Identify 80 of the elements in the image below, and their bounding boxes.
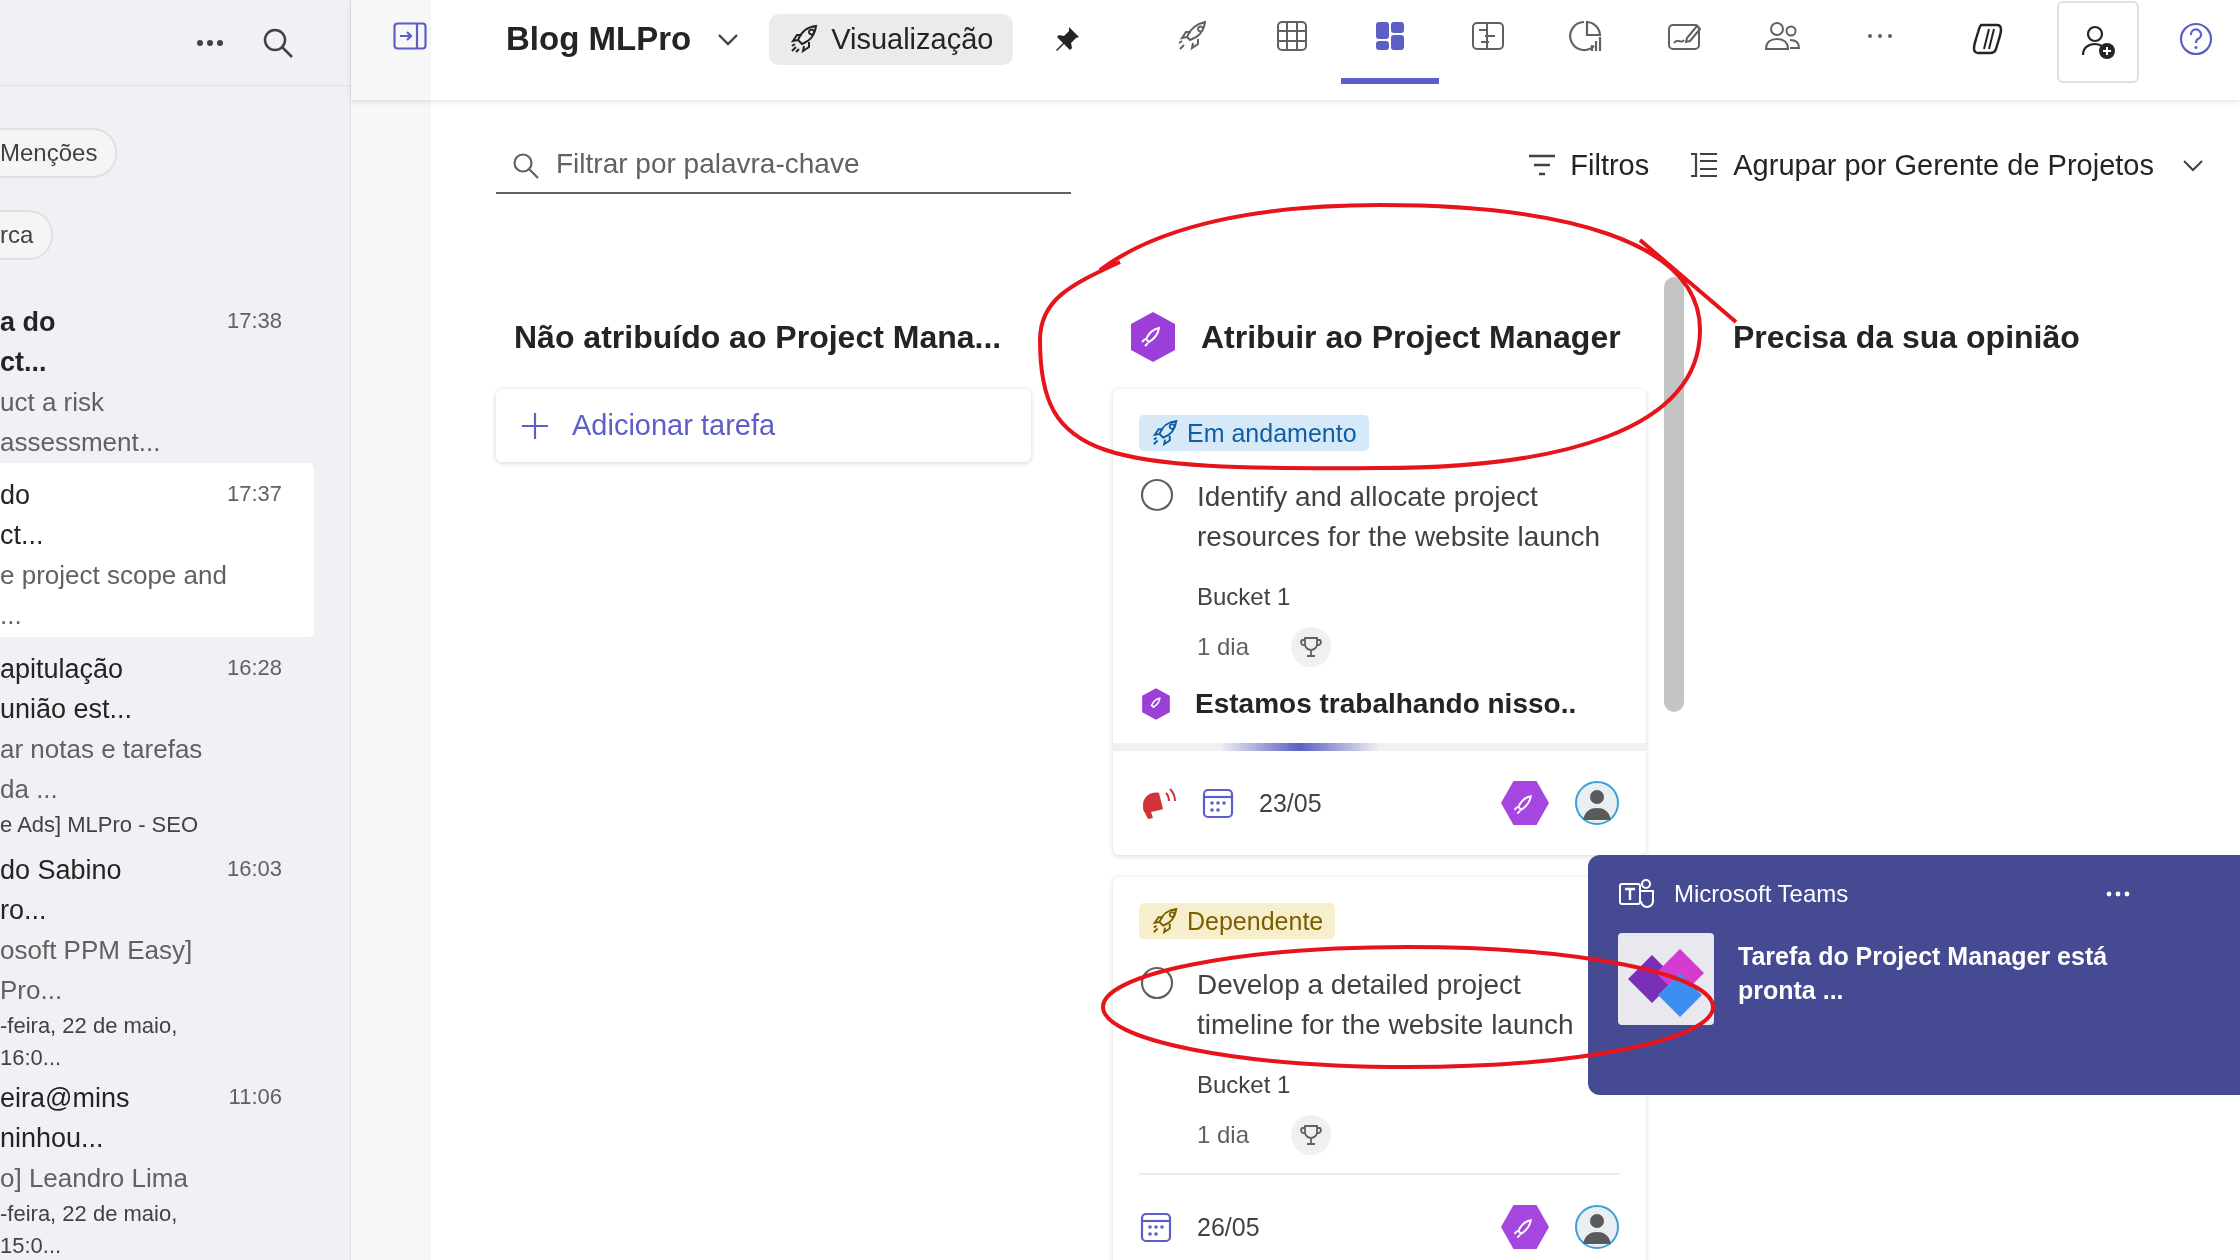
search-field[interactable]: Filtrar por palavra-chave	[496, 136, 1071, 194]
scrollbar[interactable]	[1664, 277, 1684, 712]
chevron-down-icon	[2182, 158, 2204, 172]
chat-title: eira@mins	[0, 1082, 131, 1115]
chat-time: 17:38	[226, 307, 282, 335]
column-title: Atribuir ao Project Manager	[1201, 318, 1621, 356]
filter-icon	[1528, 154, 1557, 176]
bucket-label: Bucket 1	[1197, 1071, 1292, 1099]
chat-title: ninhou...	[0, 1122, 105, 1155]
chat-title: ro...	[0, 893, 48, 927]
sidebar-toggle-icon[interactable]	[393, 22, 427, 50]
chat-item[interactable]: apitulação união est... ar notas e tarefas da ... e Ads] MLPro - SEO 16:28	[0, 636, 314, 838]
duration-label: 1 dia	[1197, 1121, 1250, 1149]
task-card[interactable]: Dependente Develop a detailed project timeline for the website launch Bucket 1 1 dia 26/05	[1113, 877, 1646, 1260]
user-avatar	[1574, 780, 1620, 826]
chat-title: união est...	[0, 692, 134, 726]
chat-preview: osoft PPM Easy] Pro...	[0, 933, 194, 1007]
search-icon	[512, 152, 540, 180]
agent-avatar	[1500, 1203, 1550, 1251]
agent-avatar	[1500, 779, 1550, 827]
more-icon[interactable]	[2106, 891, 2131, 897]
add-person-button[interactable]	[2057, 1, 2140, 83]
notification-message: Tarefa do Project Manager está pronta ...	[1738, 941, 2109, 1006]
chat-title: ct...	[0, 346, 48, 379]
calendar-icon	[1201, 786, 1235, 820]
chat-time: 16:28	[226, 653, 282, 682]
chat-item[interactable]: a do ct... uct a risk assessment... 17:38	[0, 290, 314, 464]
column-title: Não atribuído ao Project Mana...	[514, 318, 1002, 356]
chevron-down-icon[interactable]	[717, 32, 740, 46]
add-person-icon	[2080, 24, 2117, 60]
app-title: Blog MLPro	[506, 20, 692, 59]
status-tag: Dependente	[1139, 903, 1336, 939]
filter-chip[interactable]: rca	[0, 210, 54, 260]
trophy-icon	[1291, 627, 1332, 667]
help-icon[interactable]	[2179, 22, 2214, 56]
task-card[interactable]: Em andamento Identify and allocate project resources for the website launch Bucket 1 1 dia Estamos trabalhando nisso.. 23/05	[1113, 389, 1646, 855]
chat-title: a do	[0, 306, 57, 339]
duration-label: 1 dia	[1197, 633, 1250, 661]
chat-title: ct...	[0, 519, 45, 553]
search-icon[interactable]	[262, 26, 294, 59]
notification-toast[interactable]: Microsoft Teams Tarefa do Project Manager está pronta ...	[1588, 855, 2240, 1095]
chat-time: 17:37	[226, 480, 282, 509]
chat-preview: uct a risk assessment...	[0, 386, 162, 459]
bucket-label: Bucket 1	[1197, 583, 1292, 611]
agent-status: Estamos trabalhando nisso..	[1195, 688, 1577, 720]
complete-checkbox[interactable]	[1139, 965, 1175, 1001]
chat-time: 11:06	[228, 1083, 282, 1111]
chat-detail: e Ads] MLPro - SEO	[0, 810, 200, 839]
column-title: Precisa da sua opinião	[1733, 318, 2080, 356]
add-task-button[interactable]: Adicionar tarefa	[496, 389, 1031, 462]
chat-preview: ar notas e tarefas da ...	[0, 732, 204, 806]
chat-title: apitulação	[0, 652, 125, 686]
notification-app-name: Microsoft Teams	[1674, 880, 1849, 908]
due-date: 23/05	[1259, 788, 1322, 818]
chat-item[interactable]: do ct... e project scope and ... 17:37	[0, 463, 314, 637]
chat-time: 16:03	[226, 854, 282, 883]
task-title: Develop a detailed project timeline for the website launch	[1197, 968, 1575, 1042]
teams-logo-icon	[1618, 877, 1656, 911]
chat-detail: -feira, 22 de maio, 15:0...	[0, 1200, 179, 1260]
task-title: Identify and allocate project resources for the website launch	[1197, 480, 1602, 554]
filters-button[interactable]: Filtros	[1522, 147, 1656, 183]
list-icon	[1689, 152, 1720, 178]
status-tag: Em andamento	[1139, 415, 1369, 451]
complete-checkbox[interactable]	[1139, 477, 1175, 513]
user-avatar	[1574, 1204, 1620, 1250]
chat-title: do	[0, 479, 32, 513]
plus-icon	[520, 410, 550, 441]
chat-preview: o] Leandro Lima	[0, 1162, 189, 1195]
agent-icon	[1139, 687, 1173, 721]
more-icon[interactable]	[196, 38, 224, 47]
group-by-dropdown[interactable]: Agrupar por Gerente de Projetos	[1683, 147, 2210, 183]
app-logo-icon	[1618, 933, 1714, 1025]
due-date: 26/05	[1197, 1212, 1260, 1242]
calendar-icon	[1139, 1210, 1173, 1244]
chat-title: do Sabino	[0, 853, 123, 887]
chat-preview: e project scope and ...	[0, 559, 227, 633]
more-icon	[1867, 33, 1894, 39]
filter-chip[interactable]: Menções	[0, 128, 118, 178]
view-button[interactable]: Visualização	[769, 13, 1014, 65]
trophy-icon	[1291, 1115, 1332, 1155]
